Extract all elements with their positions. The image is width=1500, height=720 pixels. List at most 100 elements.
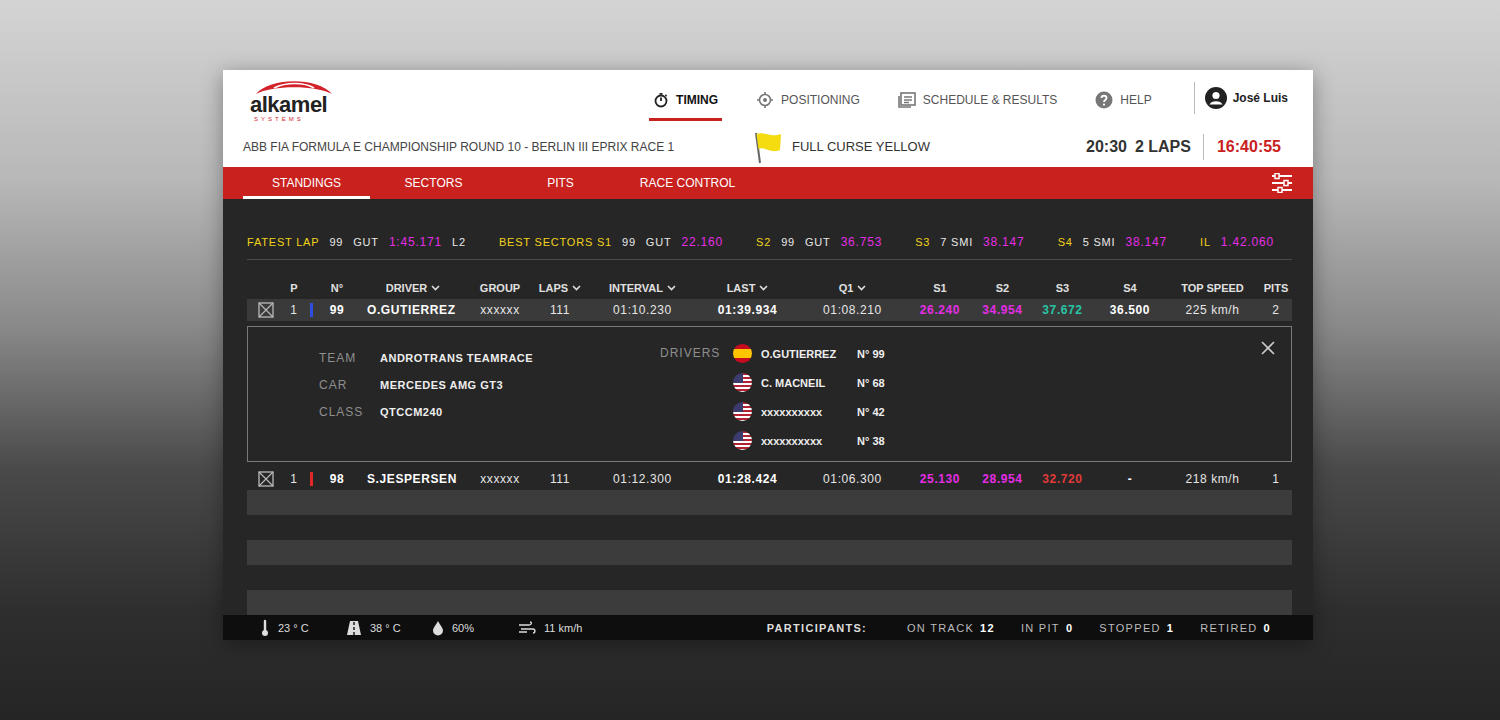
q1-cell: 01:08.210 (800, 303, 905, 317)
row-details: TEAMANDROTRANS TEAMRACECARMERCEDES AMG G… (247, 326, 1292, 462)
field-label: CAR (319, 378, 380, 392)
nav-label: POSITIONING (781, 93, 860, 107)
main-nav: TIMING POSITIONING SCHEDULE & RESULTS HELP (649, 70, 1156, 126)
best-item: 38.147 (983, 235, 1025, 249)
best-item: 99 (329, 236, 343, 248)
close-icon[interactable] (1261, 341, 1275, 355)
clock: 16:40:55 (1203, 134, 1313, 160)
driver-entry: C. MACNEILN° 68 (733, 368, 885, 397)
table-row[interactable]: 198S.JESPERSENxxxxxx11101:12.30001:28.42… (247, 468, 1292, 490)
best-item: 36.753 (841, 235, 883, 249)
column-header[interactable]: TOP SPEED (1165, 282, 1260, 294)
column-header[interactable]: INTERVAL (590, 282, 695, 294)
stopwatch-icon (653, 92, 669, 108)
country-flag-icon (733, 431, 752, 450)
column-header[interactable]: GROUP (470, 282, 530, 294)
weather-value: 60% (452, 622, 474, 634)
logo-name: alkamel (250, 95, 327, 115)
empty-row (247, 540, 1292, 565)
weather-item: 60% (432, 620, 518, 636)
timing-panel: alkamelSYSTEMS TIMING POSITIONING SCHEDULE … (223, 70, 1313, 640)
position-cell: 1 (284, 472, 304, 486)
status-bar: 23 ° C38 ° C60%11 km/hPARTICIPANTS:ON TR… (223, 615, 1313, 640)
column-header[interactable]: LAST (695, 282, 800, 294)
race-status: FULL CURSE YELLOW (752, 130, 1086, 164)
filter-icon[interactable] (1271, 173, 1293, 193)
participant-count: IN PIT0 (1021, 622, 1073, 634)
page: alkamelSYSTEMS TIMING POSITIONING SCHEDULE … (0, 0, 1500, 720)
user-menu[interactable]: José Luis (1194, 82, 1288, 114)
nav-label: SCHEDULE & RESULTS (923, 93, 1057, 107)
best-item: S2 (756, 236, 771, 248)
best-group: S37 SMI38.147 (915, 235, 1024, 249)
column-header[interactable]: S4 (1095, 282, 1165, 294)
pits-cell: 1 (1260, 472, 1292, 486)
nav-item[interactable]: HELP (1091, 81, 1155, 121)
best-group: S299GUT36.753 (756, 235, 882, 249)
sort-chevron-icon (572, 285, 581, 291)
best-item: 99 (622, 236, 636, 248)
best-item: L2 (452, 236, 466, 248)
best-times: FATEST LAP99GUT1:45.171L2BEST SECTORS S1… (247, 233, 1292, 260)
best-group: FATEST LAP99GUT1:45.171L2 (247, 235, 466, 249)
field-value: ANDROTRANS TEAMRACE (380, 352, 533, 364)
sector-cell: 26.240 (905, 303, 975, 317)
top-speed-cell: 218 km/h (1165, 472, 1260, 486)
best-item: 1:45.171 (389, 235, 442, 249)
empty-row (247, 490, 1292, 515)
column-header[interactable]: S1 (905, 282, 975, 294)
column-header[interactable]: S2 (975, 282, 1030, 294)
laps-cell: 111 (530, 472, 590, 486)
event-title: ABB FIA FORMULA E CHAMPIONSHIP ROUND 10 … (223, 140, 752, 154)
logo[interactable]: alkamelSYSTEMS (250, 73, 340, 123)
user-name: José Luis (1233, 91, 1288, 105)
select-box-icon[interactable] (258, 471, 274, 487)
nav-item[interactable]: SCHEDULE & RESULTS (894, 81, 1061, 121)
driver-entry: xxxxxxxxxxN° 38 (733, 426, 885, 455)
detail-field: CLASSQTCCM240 (319, 398, 660, 425)
nav-item[interactable]: POSITIONING (752, 81, 864, 121)
tab[interactable]: STANDINGS (243, 167, 370, 199)
column-header[interactable]: Q1 (800, 282, 905, 294)
best-item: S4 (1058, 236, 1073, 248)
driver-cell: O.GUTIERREZ (356, 303, 470, 317)
tab[interactable]: RACE CONTROL (624, 167, 751, 199)
weather-value: 23 ° C (278, 622, 309, 634)
list-icon (898, 92, 916, 108)
column-header[interactable]: PITS (1260, 282, 1292, 294)
best-item: 99 (781, 236, 795, 248)
pits-cell: 2 (1260, 303, 1292, 317)
sector-cell: 25.130 (905, 472, 975, 486)
empty-row (247, 590, 1292, 615)
country-flag-icon (733, 373, 752, 392)
table-row[interactable]: 199O.GUTIERREZxxxxxx11101:10.23001:39.93… (247, 299, 1292, 321)
field-value: QTCCM240 (380, 406, 443, 418)
tab[interactable]: PITS (497, 167, 624, 199)
column-header[interactable]: P (284, 282, 304, 294)
column-header[interactable]: LAPS (530, 282, 590, 294)
logo-arc-icon (252, 79, 336, 95)
best-item: S3 (915, 236, 930, 248)
tab-bar: STANDINGSSECTORSPITSRACE CONTROL (223, 167, 1313, 199)
detail-field: CARMERCEDES AMG GT3 (319, 371, 660, 398)
remaining-time-text: 20:30 (1086, 138, 1127, 156)
tab[interactable]: SECTORS (370, 167, 497, 199)
driver-cell: S.JESPERSEN (356, 472, 470, 486)
nav-item[interactable]: TIMING (649, 81, 722, 121)
number-cell: 99 (318, 303, 356, 317)
remaining-time: 20:302 LAPS (1086, 138, 1203, 156)
drivers-list: O.GUTIERREZN° 99C. MACNEILN° 68xxxxxxxxx… (733, 339, 885, 455)
group-cell: xxxxxx (470, 303, 530, 317)
laps-cell: 111 (530, 303, 590, 317)
top-speed-cell: 225 km/h (1165, 303, 1260, 317)
group-cell: xxxxxx (470, 472, 530, 486)
nav-label: HELP (1120, 93, 1151, 107)
column-header[interactable]: DRIVER (356, 282, 470, 294)
weather-item: 11 km/h (518, 621, 604, 635)
help-icon (1095, 91, 1113, 109)
select-box-icon[interactable] (258, 302, 274, 318)
country-flag-icon (733, 402, 752, 421)
column-header[interactable]: S3 (1030, 282, 1095, 294)
driver-entry: xxxxxxxxxxN° 42 (733, 397, 885, 426)
column-header[interactable]: N° (318, 282, 356, 294)
